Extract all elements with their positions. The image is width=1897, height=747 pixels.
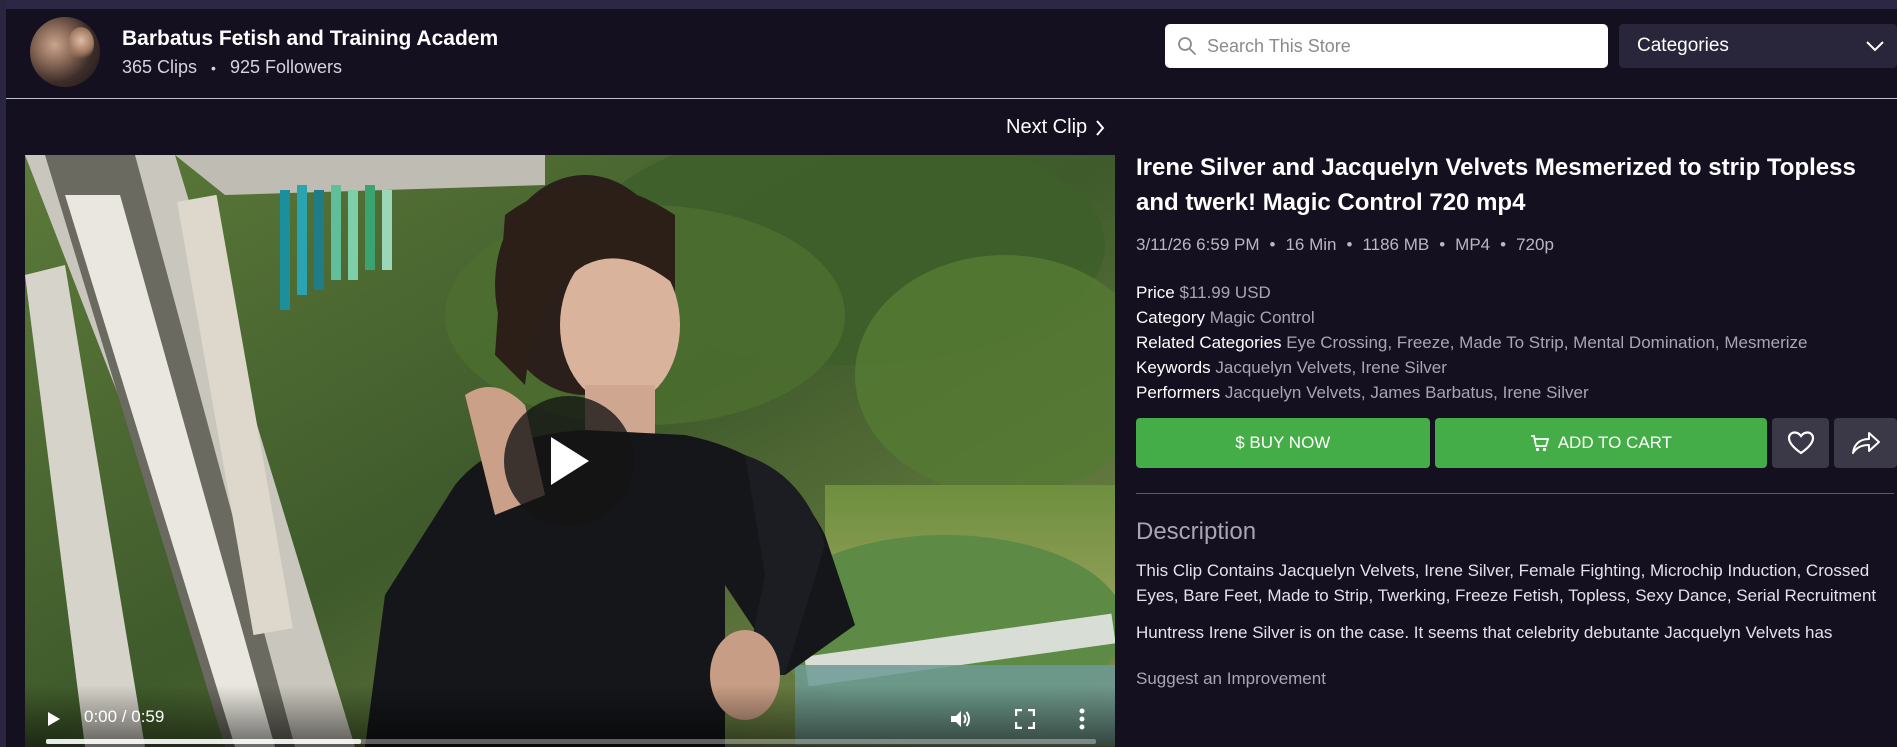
categories-label: Categories [1637, 35, 1729, 56]
heart-icon [1787, 431, 1814, 455]
performers-label: Performers [1136, 383, 1221, 402]
meta-duration: 16 Min [1285, 235, 1337, 254]
left-border [0, 0, 6, 747]
meta-format: MP4 [1455, 235, 1491, 254]
add-to-cart-button[interactable]: ADD TO CART [1434, 418, 1768, 468]
video-time: 0:00 / 0:59 [84, 707, 165, 726]
meta-size: 1186 MB [1362, 235, 1430, 254]
video-progress-track[interactable] [46, 739, 1096, 744]
play-overlay-button[interactable] [504, 396, 634, 526]
clip-info: Price $11.99 USD Category Magic Control … [1136, 280, 1897, 405]
category-link[interactable]: Magic Control [1210, 308, 1315, 327]
follower-count: 925 Followers [229, 57, 343, 77]
search-input[interactable] [1205, 34, 1599, 58]
next-clip-link[interactable]: Next Clip [1006, 116, 1105, 139]
store-avatar[interactable] [30, 17, 100, 87]
description-tags: This Clip Contains Jacquelyn Velvets, Ir… [1136, 561, 1877, 605]
stats-separator: • [211, 59, 216, 76]
volume-icon[interactable] [950, 709, 972, 729]
section-divider [1136, 493, 1894, 494]
clip-page: Barbatus Fetish and Training Academ 365 … [0, 0, 1897, 747]
categories-dropdown[interactable]: Categories [1619, 24, 1897, 68]
next-clip-label: Next Clip [1006, 116, 1088, 138]
keywords-links[interactable]: Jacquelyn Velvets, Irene Silver [1215, 358, 1447, 377]
clip-details: Irene Silver and Jacquelyn Velvets Mesme… [1136, 150, 1897, 689]
keywords-label: Keywords [1136, 358, 1211, 377]
share-button[interactable] [1834, 418, 1897, 468]
video-player[interactable]: 0:00 / 0:59 [25, 155, 1115, 747]
chevron-right-icon [1096, 119, 1105, 136]
description-heading: Description [1136, 518, 1257, 545]
clip-title: Irene Silver and Jacquelyn Velvets Mesme… [1136, 154, 1856, 216]
meta-separator: • [1346, 235, 1353, 254]
share-icon [1851, 432, 1880, 454]
meta-separator: • [1439, 235, 1446, 254]
price-row: Price $11.99 USD [1136, 280, 1897, 305]
performers-links[interactable]: Jacquelyn Velvets, James Barbatus, Irene… [1225, 383, 1589, 402]
video-controls: 0:00 / 0:59 [25, 685, 1115, 747]
video-progress-fill [46, 739, 361, 744]
buy-now-label: $ BUY NOW [1235, 433, 1331, 452]
price-label: Price [1136, 283, 1175, 302]
category-row: Category Magic Control [1136, 305, 1897, 330]
performers-row: Performers Jacquelyn Velvets, James Barb… [1136, 380, 1897, 405]
store-header: Barbatus Fetish and Training Academ 365 … [6, 9, 1897, 99]
play-icon [551, 437, 589, 485]
meta-separator: • [1500, 235, 1507, 254]
search-icon [1178, 37, 1196, 55]
related-categories-links[interactable]: Eye Crossing, Freeze, Made To Strip, Men… [1286, 333, 1807, 352]
meta-separator: • [1269, 235, 1276, 254]
purchase-actions: $ BUY NOW ADD TO CART [1136, 418, 1897, 468]
category-label: Category [1136, 308, 1205, 327]
search-box[interactable] [1165, 24, 1608, 68]
related-categories-label: Related Categories [1136, 333, 1282, 352]
buy-now-button[interactable]: $ BUY NOW [1136, 418, 1430, 468]
play-icon[interactable] [47, 711, 61, 727]
meta-resolution: 720p [1516, 235, 1554, 254]
cart-icon [1530, 435, 1549, 452]
wishlist-button[interactable] [1772, 418, 1830, 468]
fullscreen-icon[interactable] [1015, 709, 1035, 729]
suggest-improvement-link[interactable]: Suggest an Improvement [1136, 669, 1897, 689]
description-body: Huntress Irene Silver is on the case. It… [1136, 623, 1833, 642]
add-to-cart-label: ADD TO CART [1557, 433, 1673, 452]
chevron-down-icon [1866, 41, 1884, 52]
more-vertical-icon[interactable] [1079, 708, 1085, 730]
related-categories-row: Related Categories Eye Crossing, Freeze,… [1136, 330, 1897, 355]
store-stats: 365 Clips • 925 Followers [122, 57, 342, 78]
store-name[interactable]: Barbatus Fetish and Training Academ [122, 27, 498, 51]
meta-date: 3/11/26 6:59 PM [1136, 235, 1260, 254]
clip-count: 365 Clips [122, 57, 198, 77]
clip-meta: 3/11/26 6:59 PM • 16 Min • 1186 MB • MP4… [1136, 235, 1897, 255]
keywords-row: Keywords Jacquelyn Velvets, Irene Silver [1136, 355, 1897, 380]
price-value: $11.99 USD [1179, 283, 1271, 302]
top-strip [0, 0, 1897, 9]
